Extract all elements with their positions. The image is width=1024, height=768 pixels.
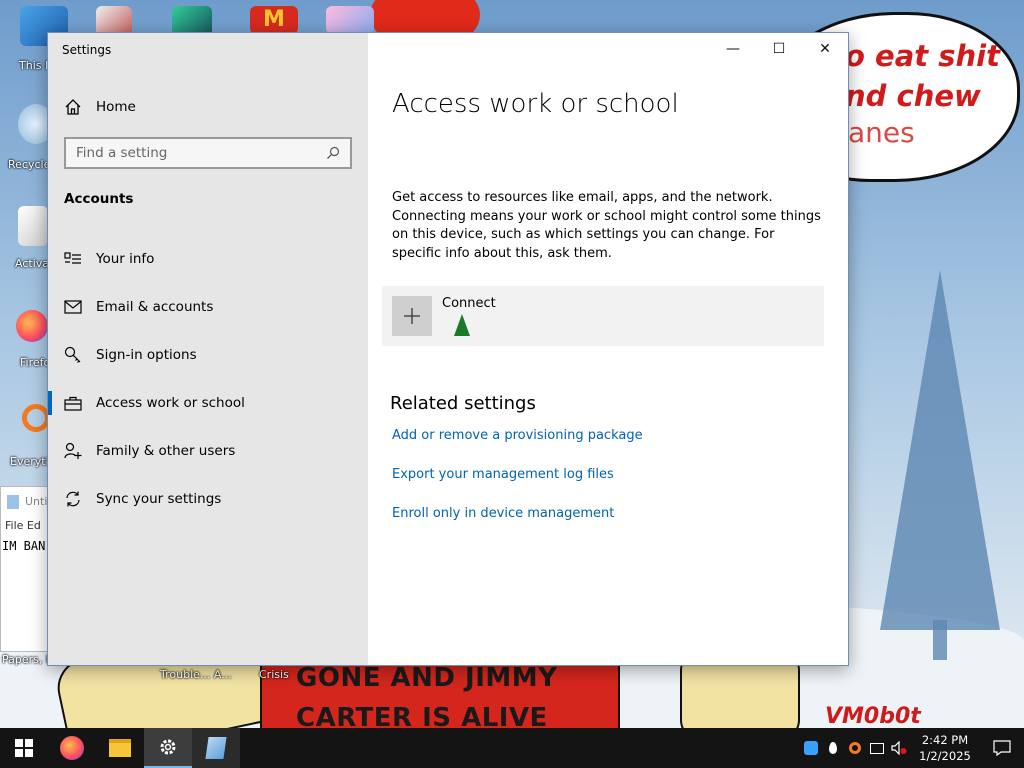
nav-item-email-accounts[interactable]: Email & accounts (48, 283, 368, 331)
notepad-title: Unti (25, 495, 48, 508)
notepad-menu[interactable]: File Ed (5, 519, 41, 532)
nav-item-label: Family & other users (96, 443, 236, 459)
briefcase-icon (64, 394, 82, 412)
page-description: Get access to resources like email, apps… (392, 190, 821, 261)
wallpaper-caption: GONE AND JIMMY CARTER IS ALIVE (296, 663, 558, 728)
taskbar-notepad[interactable] (192, 728, 240, 768)
related-settings-title: Related settings (390, 393, 536, 414)
desktop-icon-label[interactable]: Trouble... A... (160, 668, 232, 681)
folder-icon (109, 739, 131, 757)
minimize-button[interactable]: — (710, 33, 756, 65)
nav-list: Your info Email & accounts Sign-in optio… (48, 235, 368, 523)
person-add-icon (64, 442, 82, 460)
taskbar: 2:42 PM 1/2/2025 (0, 728, 1024, 768)
firefox-icon[interactable] (16, 310, 48, 342)
taskbar-firefox[interactable] (48, 728, 96, 768)
nav-home-label: Home (96, 99, 136, 115)
connect-button[interactable]: Connect (382, 286, 824, 346)
notifications-button[interactable] (980, 728, 1024, 768)
wallpaper-tree-trunk (933, 620, 947, 660)
firefox-icon (60, 736, 84, 760)
volume-muted-icon[interactable] (888, 728, 910, 768)
taskbar-file-explorer[interactable] (96, 728, 144, 768)
tree-cursor-icon (454, 314, 470, 336)
nav-item-label: Sign-in options (96, 347, 197, 363)
nav-item-sync-settings[interactable]: Sync your settings (48, 475, 368, 523)
enroll-device-management-link[interactable]: Enroll only in device management (392, 506, 614, 521)
everything-icon[interactable] (22, 404, 50, 432)
close-button[interactable]: ✕ (802, 33, 848, 65)
clock-date: 1/2/2025 (919, 749, 971, 763)
clock-time: 2:42 PM (921, 733, 969, 747)
nav-item-label: Access work or school (96, 395, 245, 411)
nav-item-access-work-school[interactable]: Access work or school (48, 379, 368, 427)
nav-item-your-info[interactable]: Your info (48, 235, 368, 283)
gear-icon (160, 739, 176, 755)
game-icon[interactable] (326, 6, 374, 34)
mcdonalds-icon[interactable]: M (250, 6, 298, 34)
nav-item-label: Your info (96, 251, 155, 267)
network-alert-icon[interactable] (800, 728, 822, 768)
settings-search-box[interactable] (64, 137, 352, 169)
desktop-icon-label[interactable]: Crisis (259, 668, 289, 681)
desktop-icon-label[interactable]: Activa (15, 257, 49, 270)
nav-item-label: Sync your settings (96, 491, 222, 507)
notepad-icon (205, 737, 227, 759)
person-card-icon (64, 250, 82, 268)
artist-signature: VM0b0t (825, 704, 921, 728)
system-tray: 2:42 PM 1/2/2025 (800, 728, 1024, 768)
speech-bubble-text: o eat shit nd chew (845, 39, 1000, 113)
key-icon (64, 346, 82, 364)
search-icon[interactable] (326, 146, 340, 160)
settings-sidebar: Settings Home Accounts Your info (48, 33, 368, 665)
notepad-icon (7, 495, 19, 509)
nav-home[interactable]: Home (64, 95, 136, 119)
activate-icon[interactable] (18, 206, 48, 246)
window-controls: — ☐ ✕ (710, 33, 848, 65)
wallpaper-tree (880, 270, 1000, 630)
nav-item-label: Email & accounts (96, 299, 214, 315)
window-title: Settings (62, 43, 112, 57)
nav-item-family-users[interactable]: Family & other users (48, 427, 368, 475)
notepad-text[interactable]: IM BAN (2, 539, 45, 553)
network-icon[interactable] (866, 728, 888, 768)
taskbar-clock[interactable]: 2:42 PM 1/2/2025 (910, 732, 980, 764)
home-icon (65, 99, 81, 115)
search-input[interactable] (76, 145, 326, 161)
page-title: Access work or school (392, 89, 679, 119)
connect-label: Connect (442, 296, 496, 311)
droplet-icon[interactable] (822, 728, 844, 768)
settings-content: — ☐ ✕ Access work or school Get access t… (368, 33, 848, 665)
speech-bubble-text: anes (848, 116, 915, 149)
nav-item-sign-in-options[interactable]: Sign-in options (48, 331, 368, 379)
provisioning-package-link[interactable]: Add or remove a provisioning package (392, 428, 643, 443)
plus-icon (392, 296, 432, 336)
section-title: Accounts (64, 191, 134, 207)
desktop-icon-label[interactable]: Papers, P (2, 653, 53, 666)
settings-window: Settings Home Accounts Your info (47, 32, 849, 666)
notepad-window[interactable]: Unti File Ed IM BAN (0, 486, 48, 652)
desktop-icon-label[interactable]: Recycle (8, 158, 50, 171)
windows-logo-icon (15, 739, 33, 757)
everything-tray-icon[interactable] (844, 728, 866, 768)
desktop-icon-label[interactable]: Firefo (20, 356, 50, 369)
maximize-button[interactable]: ☐ (756, 33, 802, 65)
envelope-icon (64, 298, 82, 316)
action-center-icon (993, 740, 1011, 756)
export-log-files-link[interactable]: Export your management log files (392, 467, 614, 482)
sync-icon (64, 490, 82, 508)
taskbar-settings[interactable] (144, 728, 192, 768)
start-button[interactable] (0, 728, 48, 768)
